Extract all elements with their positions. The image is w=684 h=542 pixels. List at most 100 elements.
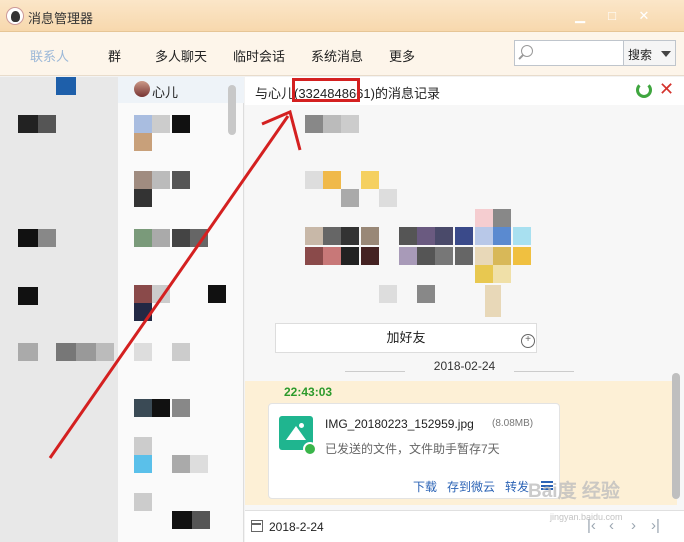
- download-link[interactable]: 下载: [413, 478, 437, 495]
- avatar: [134, 81, 150, 97]
- pixelated-block: [379, 285, 397, 303]
- pixelated-block: [493, 247, 511, 265]
- next-page-icon[interactable]: ›: [631, 517, 636, 534]
- tab-more[interactable]: 更多: [389, 46, 415, 65]
- file-size: (8.08MB): [492, 418, 534, 429]
- pixelated-block: [493, 227, 511, 245]
- pixelated-block: [341, 227, 359, 245]
- pixelated-block: [475, 209, 493, 227]
- pixelated-block: [475, 265, 493, 283]
- pixelated-block: [417, 247, 435, 265]
- pixelated-block: [134, 343, 152, 361]
- tab-multi-chat[interactable]: 多人聊天: [155, 46, 207, 65]
- pixelated-block: [493, 265, 511, 283]
- menu-bar: 联系人 群 多人聊天 临时会话 系统消息 更多 搜索: [0, 32, 684, 76]
- search-button[interactable]: 搜索: [624, 40, 676, 66]
- pixelated-block: [417, 227, 435, 245]
- pixelated-block: [341, 247, 359, 265]
- search-input[interactable]: [514, 40, 624, 66]
- pixelated-block: [475, 227, 493, 245]
- title-bar: 消息管理器 ▁ □ ✕: [0, 0, 684, 32]
- pixelated-block: [323, 171, 341, 189]
- forward-link[interactable]: 转发: [505, 478, 529, 495]
- window-title: 消息管理器: [28, 11, 94, 26]
- pixelated-block: [18, 287, 38, 305]
- pixelated-block: [172, 343, 190, 361]
- close-icon[interactable]: ✕: [659, 79, 674, 100]
- minimize-button[interactable]: ▁: [570, 6, 590, 26]
- pixelated-block: [18, 229, 38, 247]
- pixelated-block: [134, 399, 152, 417]
- pixelated-block: [134, 133, 152, 151]
- pixelated-block: [190, 229, 208, 247]
- pixelated-block: [38, 115, 56, 133]
- search-button-label: 搜索: [628, 48, 653, 62]
- pixelated-block: [134, 115, 152, 133]
- pixelated-block: [38, 229, 56, 247]
- pixelated-block: [208, 285, 226, 303]
- tab-groups[interactable]: 群: [108, 46, 121, 65]
- pixelated-block: [152, 229, 170, 247]
- tab-temp-session[interactable]: 临时会话: [233, 46, 285, 65]
- add-friend-button[interactable]: 加好友: [275, 323, 537, 353]
- pixelated-block: [305, 171, 323, 189]
- pixelated-block: [493, 209, 511, 227]
- chat-scrollbar[interactable]: [672, 373, 680, 499]
- contact-scrollbar[interactable]: [228, 85, 236, 135]
- pixelated-block: [134, 455, 152, 473]
- pixelated-block: [172, 229, 190, 247]
- check-icon: [303, 442, 317, 456]
- group-list[interactable]: [0, 77, 118, 542]
- pixelated-block: [379, 189, 397, 207]
- pixelated-block: [172, 115, 190, 133]
- pixelated-block: [305, 227, 323, 245]
- pixelated-block: [18, 115, 38, 133]
- pixelated-block: [341, 115, 359, 133]
- contact-item-selected[interactable]: 心儿: [118, 77, 244, 103]
- last-page-icon[interactable]: ›|: [651, 517, 660, 534]
- pixelated-block: [455, 247, 473, 265]
- pixelated-block: [134, 303, 152, 321]
- pixelated-block: [323, 227, 341, 245]
- pixelated-block: [190, 455, 208, 473]
- pixelated-block: [76, 343, 96, 361]
- contact-name: 心儿: [152, 85, 179, 100]
- close-button[interactable]: ✕: [634, 6, 654, 26]
- file-name: IMG_20180223_152959.jpg: [325, 417, 474, 431]
- pixelated-block: [172, 511, 192, 529]
- pixelated-block: [152, 285, 170, 303]
- pixelated-block: [323, 247, 341, 265]
- pixelated-block: [435, 247, 453, 265]
- pixelated-block: [513, 247, 531, 265]
- pixelated-block: [134, 493, 152, 511]
- chevron-down-icon[interactable]: [661, 51, 671, 57]
- pixelated-block: [305, 247, 323, 265]
- pixelated-block: [192, 511, 210, 529]
- tab-system-messages[interactable]: 系统消息: [311, 46, 363, 65]
- refresh-icon[interactable]: [636, 82, 652, 98]
- pixelated-block: [361, 171, 379, 189]
- pixelated-block: [172, 171, 190, 189]
- pixelated-block: [435, 227, 453, 245]
- pixelated-block: [152, 115, 170, 133]
- group-icon: [56, 77, 76, 95]
- pixelated-block: [341, 189, 359, 207]
- pixelated-block: [134, 171, 152, 189]
- baidu-watermark: Bai度 经验: [528, 481, 620, 502]
- calendar-icon[interactable]: [251, 520, 263, 532]
- pixelated-block: [323, 115, 341, 133]
- zoom-in-icon[interactable]: +: [521, 334, 535, 348]
- tab-contacts[interactable]: 联系人: [30, 46, 69, 65]
- save-to-weiyun-link[interactable]: 存到微云: [447, 478, 495, 495]
- pixelated-block: [172, 399, 190, 417]
- highlight-box: [292, 78, 360, 102]
- pixelated-block: [56, 343, 76, 361]
- maximize-button[interactable]: □: [602, 6, 622, 26]
- pixelated-block: [417, 285, 435, 303]
- pixelated-block: [361, 247, 379, 265]
- pixelated-block: [399, 247, 417, 265]
- file-message-card[interactable]: IMG_20180223_152959.jpg (8.08MB) 已发送的文件，…: [268, 403, 560, 499]
- pixelated-block: [96, 343, 114, 361]
- pixelated-block: [475, 247, 493, 265]
- contact-list[interactable]: 心儿: [118, 77, 244, 542]
